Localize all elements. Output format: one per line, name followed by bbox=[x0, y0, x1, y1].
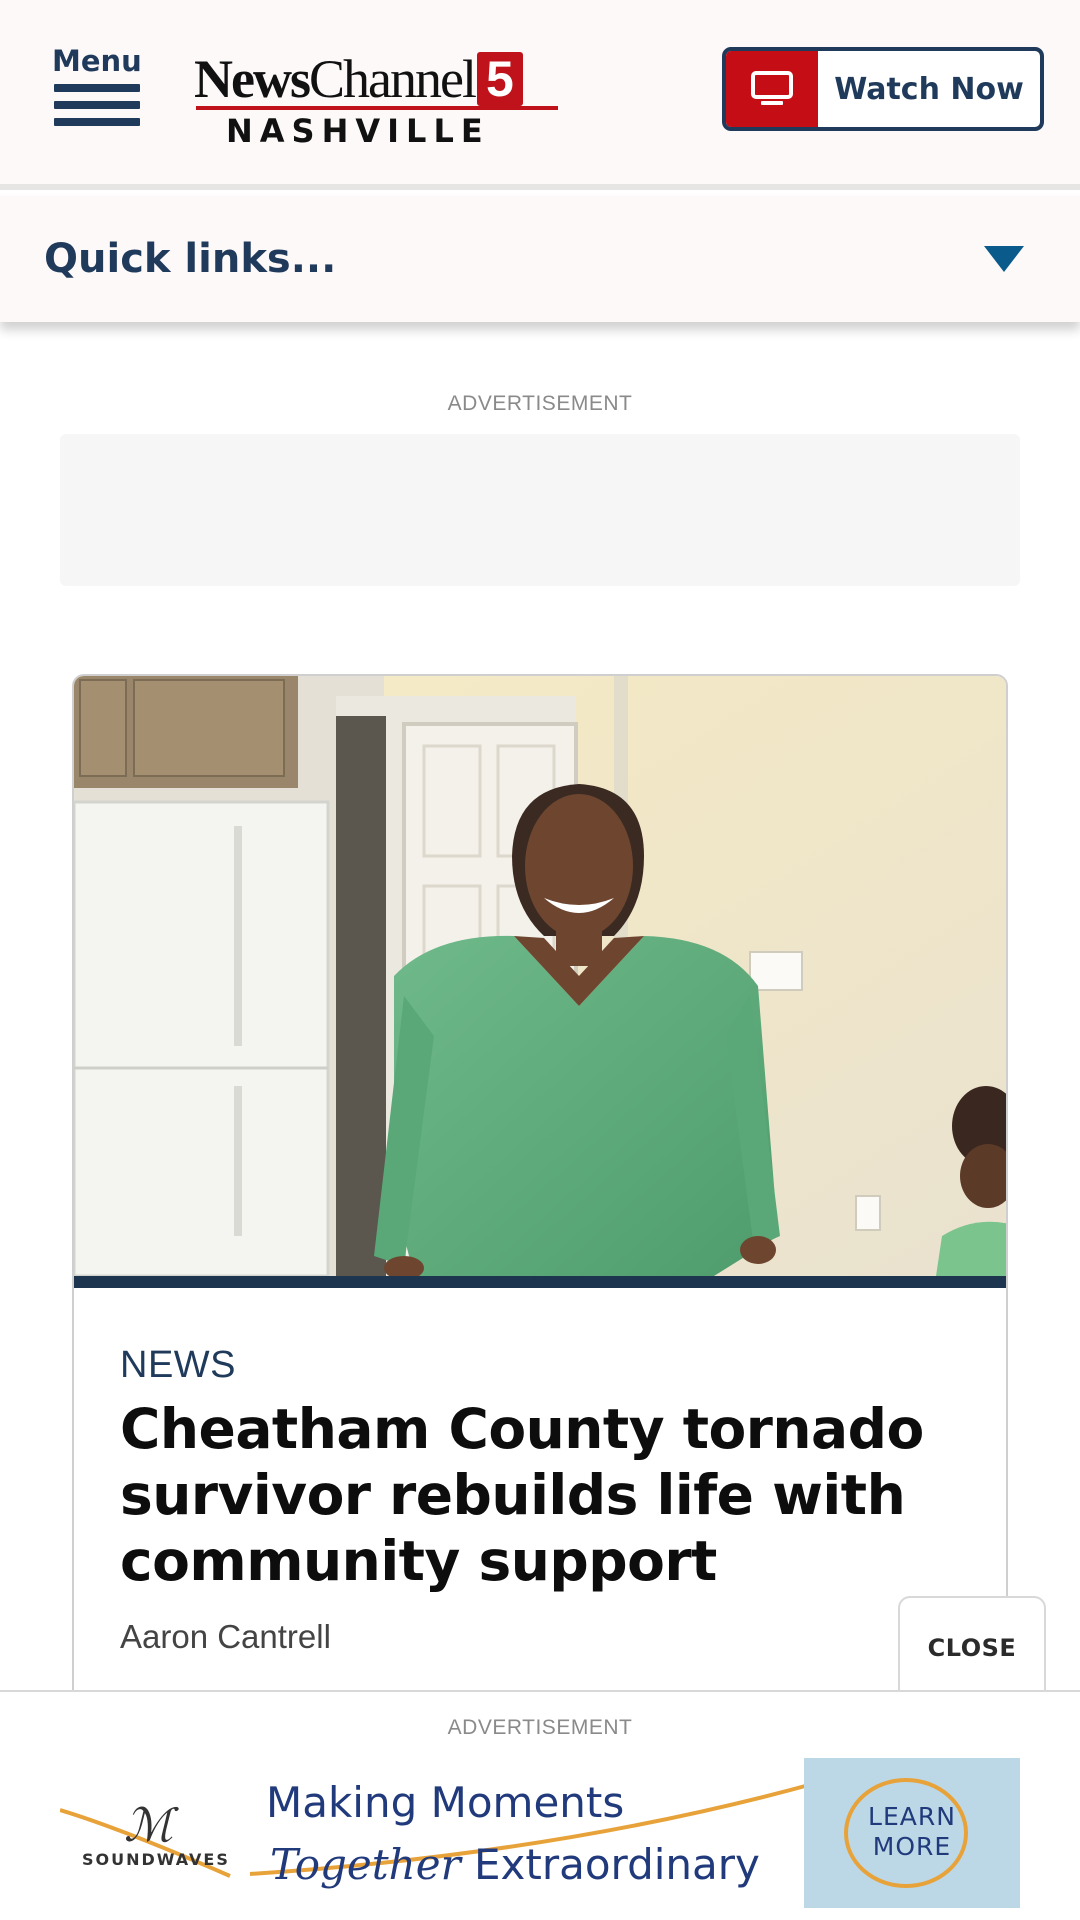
article-author: Aaron Cantrell bbox=[120, 1618, 331, 1655]
quick-links-label: Quick links... bbox=[44, 236, 337, 282]
tv-icon bbox=[726, 51, 818, 127]
photo-accent-bar bbox=[74, 1276, 1006, 1288]
page: Menu News Channel 5 NASHVILLE Watch Now bbox=[0, 0, 1080, 1920]
banner-brand: SOUNDWAVES bbox=[82, 1850, 230, 1869]
logo-number: 5 bbox=[476, 52, 523, 106]
learn-more-label: LEARN MORE bbox=[868, 1802, 956, 1861]
logo-city: NASHVILLE bbox=[226, 112, 490, 150]
logo-text-channel: Channel bbox=[308, 49, 477, 109]
banner-line1: Making Moments bbox=[266, 1778, 625, 1827]
logo-text-news: News bbox=[194, 49, 311, 109]
logo-rule bbox=[196, 106, 558, 110]
watch-now-label: Watch Now bbox=[834, 71, 1024, 107]
close-ad-label: CLOSE bbox=[927, 1634, 1017, 1662]
banner-line2-rest: Extraordinary bbox=[474, 1840, 760, 1889]
soundwaves-logo-icon: ℳ bbox=[124, 1800, 174, 1851]
watch-now-button[interactable]: Watch Now bbox=[722, 47, 1044, 131]
sticky-advertisement-label: ADVERTISEMENT bbox=[447, 1716, 633, 1739]
advertisement-label: ADVERTISEMENT bbox=[447, 392, 633, 415]
banner-line2: Together Extraordinary bbox=[270, 1840, 760, 1889]
sticky-ad-container: ADVERTISEMENT ℳ SOUNDWAVES Making Moment… bbox=[0, 1690, 1080, 1920]
caret-down-icon bbox=[984, 246, 1024, 272]
close-ad-button[interactable]: CLOSE bbox=[898, 1596, 1046, 1704]
menu-label: Menu bbox=[52, 44, 142, 78]
article-photo[interactable] bbox=[74, 676, 1006, 1276]
site-header: Menu News Channel 5 NASHVILLE Watch Now bbox=[0, 0, 1080, 190]
menu-button[interactable]: Menu bbox=[52, 46, 142, 136]
article-headline[interactable]: Cheatham County tornado survivor rebuild… bbox=[120, 1396, 940, 1594]
soundwaves-banner-ad[interactable]: ℳ SOUNDWAVES Making Moments Together Ext… bbox=[60, 1758, 1020, 1908]
ad-slot bbox=[60, 434, 1020, 586]
quick-links-dropdown[interactable]: Quick links... bbox=[0, 196, 1080, 322]
newschannel5-logo[interactable]: News Channel 5 NASHVILLE bbox=[194, 44, 566, 150]
banner-line2-italic: Together bbox=[270, 1840, 461, 1889]
article-category[interactable]: NEWS bbox=[120, 1344, 236, 1387]
hamburger-icon bbox=[54, 84, 140, 135]
learn-more-button[interactable]: LEARN MORE bbox=[804, 1758, 1020, 1908]
